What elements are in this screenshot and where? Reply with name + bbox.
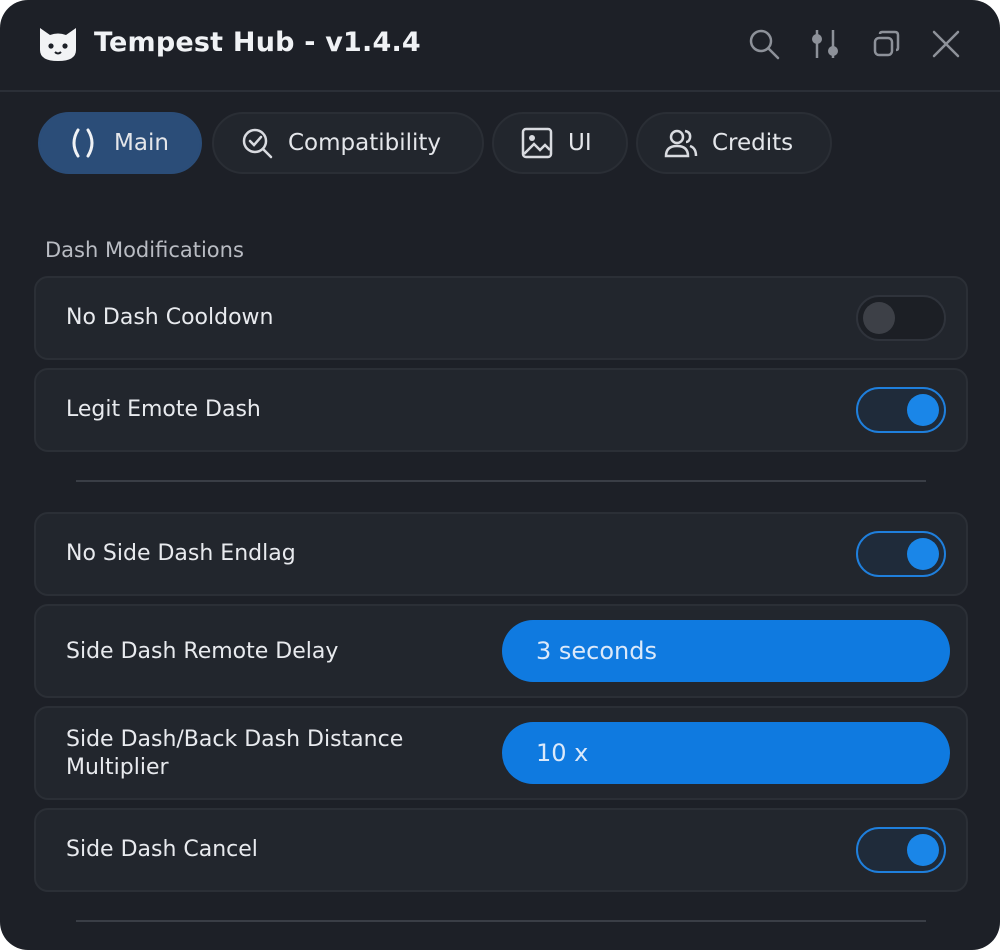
tab-credits[interactable]: Credits [636, 112, 832, 174]
setting-label: Side Dash Remote Delay [66, 639, 339, 664]
legit-emote-dash-toggle[interactable] [856, 387, 946, 433]
tab-ui-label: UI [568, 130, 592, 156]
close-icon[interactable] [928, 26, 964, 62]
setting-label-line: Side Dash/Back Dash Distance [66, 727, 404, 752]
check-search-icon [238, 124, 276, 162]
title-bar: Tempest Hub - v1.4.4 [0, 0, 1000, 92]
users-icon [662, 124, 700, 162]
setting-label: Side Dash/Back Dash Distance Multiplier [66, 726, 403, 782]
setting-row-side-dash-remote-delay: Side Dash Remote Delay 3 seconds [34, 604, 968, 698]
setting-row-legit-emote-dash: Legit Emote Dash [34, 368, 968, 452]
setting-label: No Side Dash Endlag [66, 541, 296, 566]
app-window: Tempest Hub - v1.4.4 Main Compatibility … [0, 0, 1000, 950]
setting-label: Legit Emote Dash [66, 397, 261, 422]
tab-credits-label: Credits [712, 130, 794, 156]
image-icon [518, 124, 556, 162]
tab-main-label: Main [114, 130, 169, 156]
divider [76, 480, 926, 482]
setting-label: No Dash Cooldown [66, 305, 274, 330]
app-title: Tempest Hub - v1.4.4 [94, 27, 421, 58]
setting-row-no-dash-cooldown: No Dash Cooldown [34, 276, 968, 360]
cat-logo-icon [36, 24, 80, 64]
sliders-icon[interactable] [807, 26, 843, 62]
setting-row-no-side-dash-endlag: No Side Dash Endlag [34, 512, 968, 596]
setting-label-line: Multiplier [66, 755, 169, 780]
tab-ui[interactable]: UI [492, 112, 628, 174]
side-dash-cancel-toggle[interactable] [856, 827, 946, 873]
code-brackets-icon [64, 124, 102, 162]
toggle-knob [907, 538, 939, 570]
no-side-dash-endlag-toggle[interactable] [856, 531, 946, 577]
distance-multiplier-input[interactable]: 10 x [502, 722, 950, 784]
divider [76, 920, 926, 922]
tab-compatibility[interactable]: Compatibility [212, 112, 484, 174]
toggle-knob [907, 394, 939, 426]
section-heading-dash-modifications: Dash Modifications [45, 238, 244, 262]
setting-label: Side Dash Cancel [66, 837, 258, 862]
side-dash-remote-delay-input[interactable]: 3 seconds [502, 620, 950, 682]
setting-row-side-dash-cancel: Side Dash Cancel [34, 808, 968, 892]
restore-icon[interactable] [868, 26, 904, 62]
tab-compatibility-label: Compatibility [288, 130, 442, 156]
setting-row-distance-multiplier: Side Dash/Back Dash Distance Multiplier … [34, 706, 968, 800]
toggle-knob [863, 302, 895, 334]
search-icon[interactable] [746, 26, 782, 62]
tab-main[interactable]: Main [38, 112, 202, 174]
no-dash-cooldown-toggle[interactable] [856, 295, 946, 341]
toggle-knob [907, 834, 939, 866]
